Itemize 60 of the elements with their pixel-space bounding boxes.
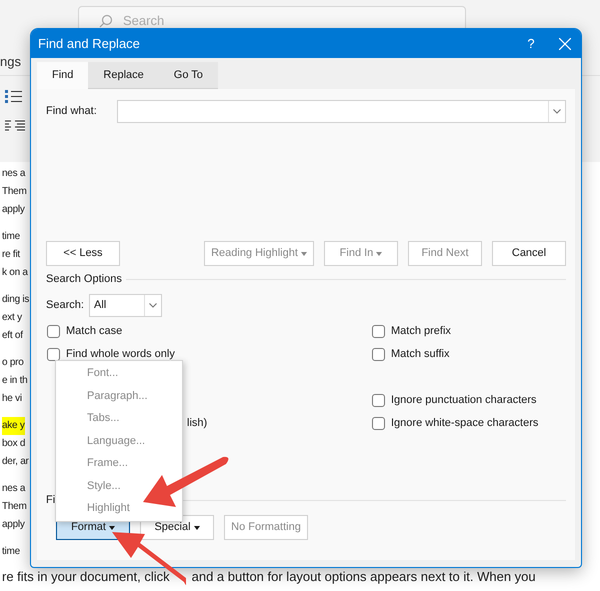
window-title: Find and Replace [38, 34, 141, 53]
document-text: nes a [2, 482, 26, 496]
document-text: nes a [2, 167, 26, 181]
checkbox[interactable] [372, 417, 385, 430]
document-text: k on a [2, 266, 28, 280]
document-text: he vi [2, 392, 22, 406]
checkbox[interactable] [372, 348, 385, 361]
checkbox[interactable] [372, 394, 385, 407]
checkbox-label: Ignore punctuation characters [391, 393, 537, 408]
menu-item[interactable]: Paragraph... [56, 384, 182, 407]
search-direction-dropdown[interactable]: All [89, 294, 162, 317]
document-text: ake y [2, 417, 25, 435]
document-text: eft of [2, 329, 23, 343]
document-text: ext y [2, 311, 22, 325]
checkbox-label: Match prefix [391, 324, 451, 340]
document-text: time [2, 545, 20, 559]
document-text: re fit [2, 248, 20, 262]
checkbox-label: Match suffix [391, 347, 450, 362]
ribbon-label: ngs [0, 52, 21, 71]
dialog-button[interactable]: Cancel [492, 241, 566, 266]
field-label: Search: [46, 298, 85, 314]
document-text: ding is [2, 293, 30, 307]
document-text: apply [2, 203, 25, 217]
menu-item[interactable]: Frame... [56, 452, 182, 474]
document-text: Them [2, 500, 27, 514]
document-text: e in th [2, 374, 28, 388]
document-text: der, ar [2, 455, 29, 469]
search-field[interactable]: Search [123, 11, 323, 31]
document-text: and a button for layout options appears next to it. When you [192, 569, 536, 584]
dialog-button[interactable]: << Less [46, 241, 120, 266]
section-heading: Search Options [46, 272, 122, 287]
align-icon[interactable] [5, 120, 25, 132]
section-heading: Fi [46, 492, 56, 508]
checkbox-label: lish) [187, 416, 208, 432]
search-icon [99, 14, 113, 28]
document-text: re fits in your document, click [2, 569, 170, 584]
checkbox-label: Ignore white-space characters [391, 416, 538, 432]
checkbox-label: Match case [66, 324, 122, 340]
menu-item[interactable]: Language... [56, 430, 182, 452]
tab[interactable]: Find [37, 62, 88, 89]
document-text: time [2, 230, 20, 244]
numbered-list-icon[interactable] [5, 90, 22, 104]
tab[interactable]: Go To [158, 62, 218, 89]
document-text: apply [2, 518, 25, 532]
chevron-down-icon [149, 303, 157, 308]
checkbox[interactable] [47, 325, 60, 338]
menu-item[interactable]: Tabs... [56, 407, 182, 430]
checkbox[interactable] [372, 325, 385, 338]
checkbox-label: Find whole words only [66, 347, 175, 362]
close-icon[interactable] [559, 38, 571, 50]
field-label: Find what: [46, 104, 98, 120]
checkbox[interactable] [47, 348, 60, 361]
menu-item[interactable]: Style... [56, 474, 182, 497]
document-text: Them [2, 185, 27, 199]
chevron-down-icon [553, 109, 561, 114]
help-button[interactable]: ? [519, 34, 543, 54]
tab[interactable]: Replace [88, 62, 159, 89]
document-text: o pro [2, 356, 24, 370]
menu-item[interactable]: Font... [56, 362, 182, 384]
document-text: box d [2, 437, 26, 451]
